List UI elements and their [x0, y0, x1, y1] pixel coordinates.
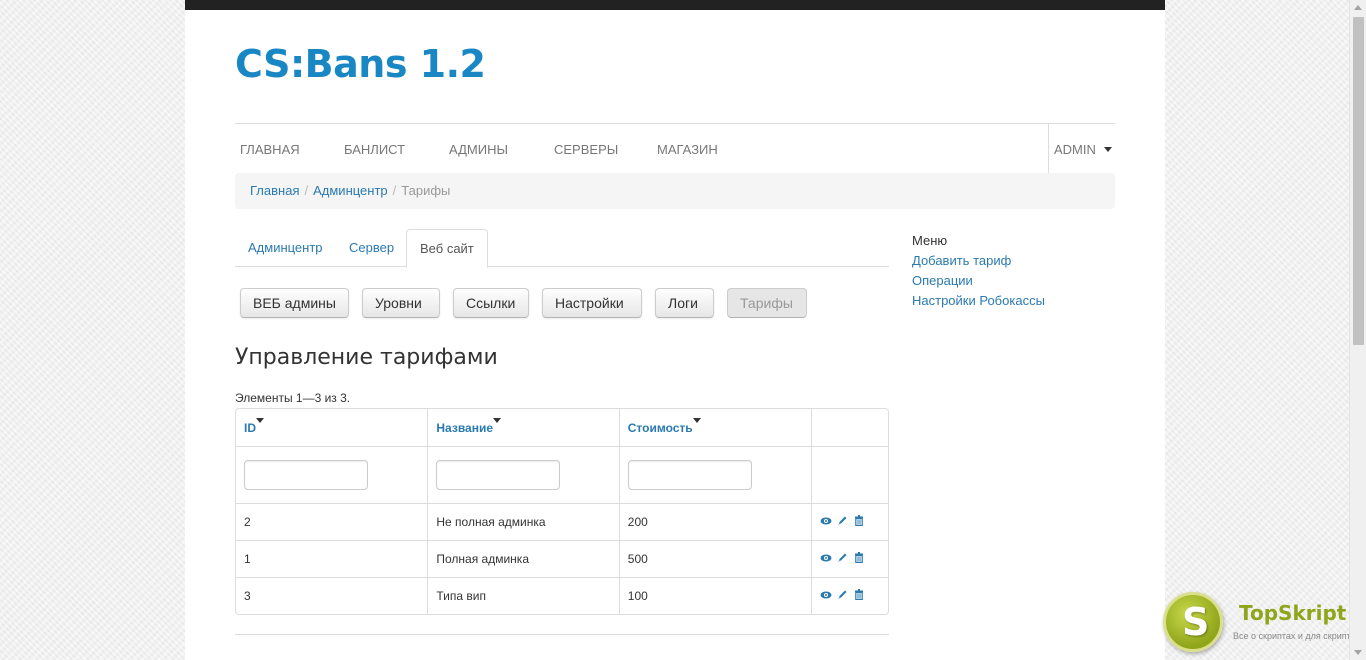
top-bar — [185, 0, 1165, 10]
column-header-price: Стоимость — [618, 409, 811, 446]
caret-down-icon — [1103, 146, 1112, 152]
breadcrumb-separator: / — [304, 183, 309, 198]
cell-name: Полная админка — [427, 540, 619, 577]
cell-price: 200 — [618, 503, 812, 540]
cell-id: 2 — [236, 503, 428, 540]
tab-server[interactable]: Сервер — [336, 229, 407, 267]
sidebar-header: Меню — [912, 233, 948, 248]
view-icon[interactable] — [820, 552, 832, 567]
sort-by-price-link[interactable]: Стоимость — [627, 417, 701, 435]
settings-button[interactable]: Настройки — [542, 288, 642, 318]
cell-actions — [811, 503, 888, 540]
sort-caret-icon — [256, 417, 264, 423]
cell-name: Типа вип — [427, 577, 619, 614]
edit-icon[interactable] — [837, 552, 848, 566]
watermark-tagline: Все о скриптах и для скриптов... — [1233, 631, 1366, 641]
admin-dropdown-label: ADMIN — [1054, 142, 1096, 157]
page-container: CS:Bans 1.2 ГЛАВНАЯ БАНЛИСТ АДМИНЫ СЕРВЕ… — [185, 0, 1165, 660]
cell-price: 100 — [618, 577, 812, 614]
delete-icon[interactable] — [854, 552, 864, 566]
cell-actions — [811, 577, 888, 614]
breadcrumb: Главная / Админцентр / Тарифы — [235, 173, 1115, 209]
delete-icon[interactable] — [854, 515, 864, 529]
footer-divider — [235, 634, 889, 635]
main-navbar: ГЛАВНАЯ БАНЛИСТ АДМИНЫ СЕРВЕРЫ МАГАЗИН A… — [235, 123, 1115, 174]
nav-item-admins[interactable]: АДМИНЫ — [449, 142, 508, 157]
breadcrumb-home[interactable]: Главная — [250, 183, 299, 198]
web-admins-button[interactable]: ВЕБ админы — [240, 288, 349, 318]
tab-admincenter[interactable]: Админцентр — [235, 229, 336, 267]
nav-item-banlist[interactable]: БАНЛИСТ — [344, 142, 405, 157]
site-brand[interactable]: CS:Bans 1.2 — [235, 42, 486, 86]
filter-row — [236, 446, 888, 503]
tariffs-table: ID Название Стоимость 2 Не полная админк… — [235, 408, 889, 615]
sidebar-link-robokassa-settings[interactable]: Настройки Робокассы — [912, 291, 1045, 311]
column-label: Стоимость — [627, 420, 693, 435]
watermark-name: TopSkript — [1239, 601, 1347, 625]
cell-actions — [811, 540, 888, 577]
topskript-logo-icon: S — [1163, 592, 1223, 652]
page-title: Управление тарифами — [235, 345, 498, 370]
vertical-scrollbar[interactable] — [1349, 0, 1366, 660]
column-header-name: Название — [427, 409, 618, 446]
admin-dropdown[interactable]: ADMIN — [1048, 124, 1115, 174]
breadcrumb-separator: / — [392, 183, 397, 198]
sort-caret-icon — [493, 417, 502, 423]
sort-by-name-link[interactable]: Название — [436, 417, 502, 435]
tariffs-button[interactable]: Тарифы — [727, 288, 807, 318]
sort-caret-icon — [692, 417, 701, 423]
cell-name: Не полная админка — [427, 503, 619, 540]
table-row: 1 Полная админка 500 — [236, 540, 888, 577]
table-row: 2 Не полная админка 200 — [236, 503, 888, 540]
column-header-id: ID — [236, 409, 427, 446]
delete-icon[interactable] — [854, 589, 864, 603]
edit-icon[interactable] — [837, 515, 848, 529]
logs-button[interactable]: Логи — [655, 288, 714, 318]
view-icon[interactable] — [820, 589, 832, 604]
section-tabs: Админцентр Сервер Веб сайт — [235, 229, 889, 268]
links-button[interactable]: Ссылки — [453, 288, 529, 318]
nav-item-shop[interactable]: МАГАЗИН — [657, 142, 718, 157]
cell-price: 500 — [618, 540, 812, 577]
filter-cell — [618, 446, 812, 503]
scroll-up-arrow-icon[interactable] — [1354, 5, 1362, 10]
edit-icon[interactable] — [837, 589, 848, 603]
filter-name-input[interactable] — [436, 460, 561, 490]
filter-id-input[interactable] — [244, 460, 368, 490]
levels-button[interactable]: Уровни — [362, 288, 440, 318]
scroll-down-arrow-icon[interactable] — [1354, 650, 1362, 655]
filter-price-input[interactable] — [627, 460, 752, 490]
table-row: 3 Типа вип 100 — [236, 577, 888, 614]
cell-id: 1 — [236, 540, 428, 577]
sidebar-menu: Меню Добавить тариф Операции Настройки Р… — [912, 231, 1045, 311]
column-label: Название — [436, 420, 494, 435]
sidebar-link-add-tariff[interactable]: Добавить тариф — [912, 251, 1045, 271]
column-header-actions — [811, 409, 888, 446]
nav-item-servers[interactable]: СЕРВЕРЫ — [554, 142, 618, 157]
breadcrumb-current: Тарифы — [401, 183, 451, 198]
cell-id: 3 — [236, 577, 428, 614]
view-icon[interactable] — [820, 515, 832, 530]
topskript-watermark: S TopSkript Все о скриптах и для скрипто… — [1163, 592, 1366, 656]
breadcrumb-admincenter[interactable]: Админцентр — [313, 183, 388, 198]
nav-item-home[interactable]: ГЛАВНАЯ — [240, 142, 300, 157]
tab-website[interactable]: Веб сайт — [406, 229, 488, 268]
logo-letter: S — [1182, 600, 1210, 644]
grid-summary: Элементы 1—3 из 3. — [235, 391, 351, 405]
filter-cell — [427, 446, 619, 503]
sort-by-id-link[interactable]: ID — [244, 417, 264, 435]
filter-cell — [811, 446, 888, 503]
column-label: ID — [244, 420, 256, 435]
filter-cell — [236, 446, 428, 503]
scrollbar-thumb[interactable] — [1353, 17, 1364, 345]
sidebar-link-operations[interactable]: Операции — [912, 271, 1045, 291]
